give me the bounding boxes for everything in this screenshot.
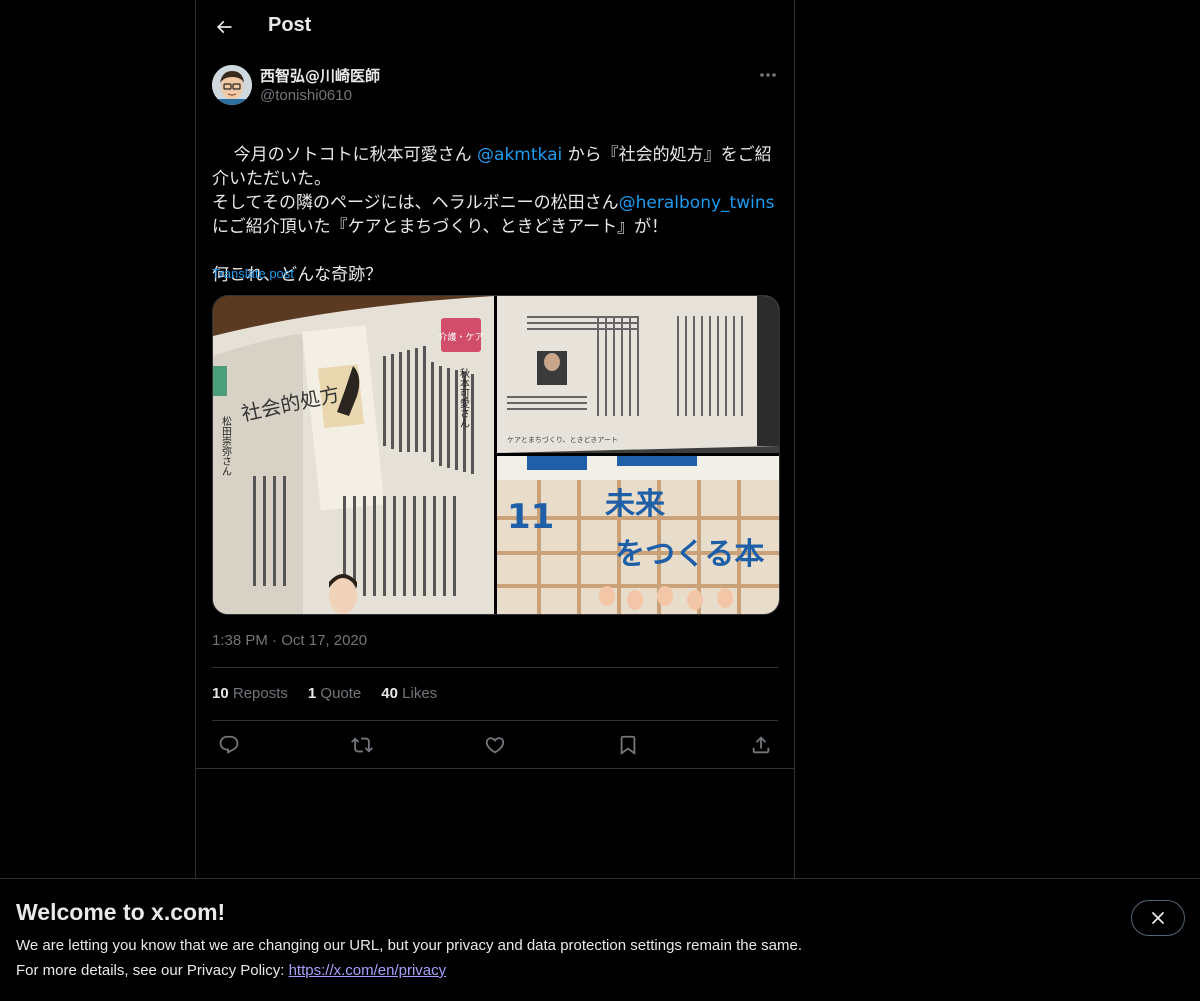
quotes-label: Quote <box>320 685 362 702</box>
bookmark-icon <box>620 735 636 756</box>
close-icon <box>1152 912 1164 924</box>
like-button[interactable] <box>478 733 512 757</box>
post-header: Post <box>196 0 794 53</box>
banner-policy-line: For more details, see our Privacy Policy… <box>16 962 446 979</box>
share-icon <box>752 736 770 754</box>
mention-link[interactable]: @heralbony_twins <box>619 193 775 213</box>
author-handle[interactable]: @tonishi0610 <box>260 87 352 104</box>
timestamp-separator: · <box>272 632 278 649</box>
reposts-count: 10 <box>212 685 229 702</box>
likes-stat[interactable]: 40 Likes <box>381 685 437 702</box>
banner-message: We are letting you know that we are chan… <box>16 937 802 954</box>
reply-icon <box>219 735 239 754</box>
page-title: Post <box>268 14 312 36</box>
close-banner-button[interactable] <box>1131 900 1185 936</box>
arrow-left-icon <box>216 20 232 34</box>
post-time: 1:38 PM <box>212 632 268 649</box>
photo-magazine-page-right[interactable]: ケアとまちづくり、ときどきアート <box>497 296 779 453</box>
share-button[interactable] <box>744 733 778 757</box>
photo-caption-text: 秋本可愛さん <box>458 367 470 428</box>
photo-issue-number: 11 <box>507 497 554 537</box>
photo-magazine-page-left[interactable]: 介護・ケア 社会的処方 秋本可愛さん 松田崇弥さん <box>213 296 494 614</box>
photo-badge-text: 介護・ケア <box>438 331 483 343</box>
likes-label: Likes <box>402 685 438 702</box>
repost-button[interactable] <box>345 733 379 757</box>
reposts-label: Reposts <box>232 685 288 702</box>
privacy-policy-link[interactable]: https://x.com/en/privacy <box>289 962 447 979</box>
more-horizontal-icon <box>760 73 776 77</box>
like-icon <box>485 737 505 754</box>
banner-title: Welcome to x.com! <box>16 899 226 925</box>
reply-button[interactable] <box>212 733 246 757</box>
reposts-stat[interactable]: 10 Reposts <box>212 685 288 702</box>
quotes-count: 1 <box>307 685 317 702</box>
post-text-segment: 今月のソトコトに秋本可愛さん <box>233 145 478 165</box>
divider <box>212 667 778 668</box>
photo-side-text: 松田崇弥さん <box>220 415 232 476</box>
welcome-banner: Welcome to x.com! We are letting you kno… <box>0 878 1200 1001</box>
divider <box>196 768 794 769</box>
author-display-name[interactable]: 西智弘@川崎医師 <box>260 65 380 86</box>
photo-magazine-cover[interactable]: 11 未来 をつくる本 <box>497 456 779 614</box>
translate-post-link[interactable]: Translate post <box>212 266 294 281</box>
quotes-stat[interactable]: 1 Quote <box>308 685 361 702</box>
post-text: 今月のソトコトに秋本可愛さん @akmtkai から『社会的処方』をご紹介いただ… <box>212 119 780 311</box>
post-date: Oct 17, 2020 <box>281 632 368 649</box>
media-grid: 介護・ケア 社会的処方 秋本可愛さん 松田崇弥さん ケアとまちづくり、ときどきア… <box>212 295 780 615</box>
likes-count: 40 <box>381 685 398 702</box>
banner-policy-prefix: For more details, see our Privacy Policy… <box>16 962 289 979</box>
repost-icon <box>351 737 373 753</box>
back-button[interactable] <box>208 11 240 43</box>
divider <box>212 720 778 721</box>
post-stats: 10 Reposts 1 Quote 40 Likes <box>212 685 437 702</box>
photo-caption-text: ケアとまちづくり、ときどきアート <box>507 435 618 444</box>
mention-link[interactable]: @akmtkai <box>477 145 562 165</box>
photo-headline-line1: 未来 <box>605 487 665 522</box>
post-actions <box>212 733 778 757</box>
post-column: Post 西智弘@川崎医師 @tonishi0610 今月のソトコトに秋本可愛さ… <box>195 0 795 880</box>
avatar[interactable] <box>212 65 252 105</box>
more-options-button[interactable] <box>756 66 780 84</box>
bookmark-button[interactable] <box>611 733 645 757</box>
photo-headline-line2: をつくる本 <box>615 537 764 572</box>
post-timestamp[interactable]: 1:38 PM · Oct 17, 2020 <box>212 632 367 649</box>
